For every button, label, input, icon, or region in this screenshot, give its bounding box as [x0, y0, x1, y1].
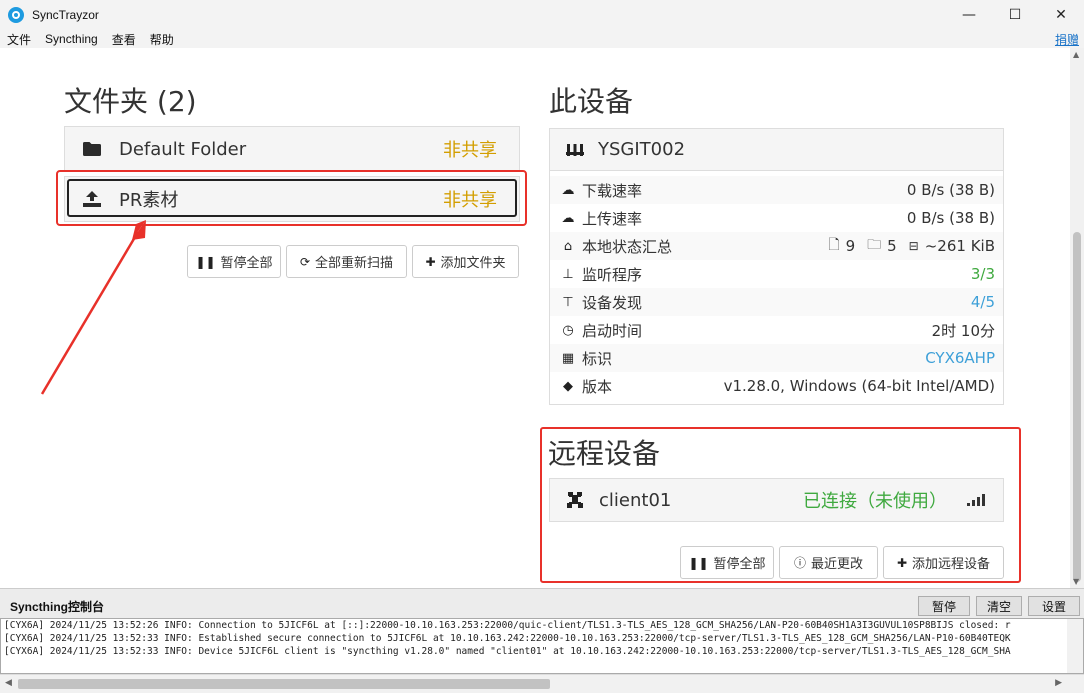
console-settings-button[interactable]: 设置 [1028, 596, 1080, 616]
server-icon [566, 143, 584, 156]
clock-icon: ◷ [562, 322, 574, 338]
pause-all-folders-button[interactable]: ❚❚ 暂停全部 [187, 245, 281, 278]
this-device-title: 此设备 [549, 85, 634, 118]
data-size: ~261 KiB [924, 237, 995, 255]
donate-link[interactable]: 捐赠 [1055, 31, 1079, 48]
scroll-down-icon[interactable]: ▼ [1073, 577, 1079, 586]
plus-icon: ✚ [425, 254, 436, 269]
cloud-upload-icon: ☁ [561, 210, 575, 226]
file-count: 9 [845, 237, 856, 255]
folder-name: Default Folder [119, 138, 247, 160]
focus-outline [67, 179, 517, 217]
log-line: [CYX6A] 2024/11/25 13:52:33 INFO: Device… [4, 646, 1011, 657]
window-title: SyncTrayzor [32, 8, 99, 22]
minimize-button[interactable]: — [946, 0, 992, 30]
log-line: [CYX6A] 2024/11/25 13:52:33 INFO: Establ… [4, 633, 1011, 644]
row-discovery: ⊤ 设备发现 4/5 [550, 288, 1003, 316]
row-version: ◆ 版本 v1.28.0, Windows (64-bit Intel/AMD) [550, 372, 1003, 400]
maximize-button[interactable]: ☐ [992, 0, 1038, 30]
row-listeners: ⊥ 监听程序 3/3 [550, 260, 1003, 288]
syncthing-web-ui: 文件夹 (2) Default Folder 非共享 PR素材 非共享 ❚❚ 暂… [0, 48, 1070, 588]
scroll-thumb[interactable] [1073, 232, 1081, 582]
console-clear-button[interactable]: 清空 [976, 596, 1022, 616]
hscroll-thumb[interactable] [18, 679, 550, 689]
console-log[interactable]: [CYX6A] 2024/11/25 13:52:26 INFO: Connec… [0, 618, 1084, 674]
row-uptime: ◷ 启动时间 2时 10分 [550, 316, 1003, 344]
log-vertical-scrollbar[interactable] [1067, 619, 1083, 673]
folders-title: 文件夹 (2) [64, 85, 197, 118]
row-upload-rate: ☁ 上传速率 0 B/s (38 B) [561, 209, 996, 228]
vertical-scrollbar[interactable]: ▲ ▼ [1070, 48, 1084, 588]
this-device-details: ☁ 下载速率 0 B/s (38 B) ☁ 上传速率 0 B/s (38 B) … [549, 171, 1004, 405]
qrcode-icon: ▦ [561, 350, 575, 366]
folder-outline-icon: 🗀 [867, 237, 882, 253]
horizontal-scrollbar[interactable]: ◀ ▶ [0, 674, 1084, 693]
highlight-box-remote [540, 427, 1021, 583]
hdd-icon: ⊟ [908, 239, 919, 253]
menu-help[interactable]: 帮助 [143, 31, 181, 48]
sitemap-icon: ⊥ [562, 266, 574, 282]
add-folder-button[interactable]: ✚ 添加文件夹 [412, 245, 519, 278]
synctrayzor-logo-icon [8, 7, 24, 23]
menu-file[interactable]: 文件 [0, 31, 38, 48]
scroll-left-icon[interactable]: ◀ [5, 678, 12, 688]
menu-syncthing[interactable]: Syncthing [38, 32, 105, 46]
menu-view[interactable]: 查看 [105, 31, 143, 48]
row-download-rate: ☁ 下载速率 0 B/s (38 B) [550, 176, 1003, 204]
title-bar: SyncTrayzor — ☐ ✕ [0, 0, 1084, 30]
row-local-state: ⌂ 本地状态汇总 🗋 9 🗀 5 ⊟ ~261 KiB [550, 232, 1003, 260]
console-toolbar: Syncthing控制台 暂停 清空 设置 [0, 588, 1084, 618]
folder-state: 非共享 [443, 140, 497, 161]
console-pause-button[interactable]: 暂停 [918, 596, 970, 616]
file-icon: 🗋 [828, 237, 840, 253]
scroll-up-icon[interactable]: ▲ [1073, 50, 1079, 59]
tag-icon: ◆ [563, 378, 573, 394]
signpost-icon: ⊤ [562, 294, 574, 310]
folder-icon [83, 142, 101, 156]
pause-icon: ❚❚ [195, 254, 216, 269]
dir-count: 5 [887, 237, 897, 255]
folder-row-default[interactable]: Default Folder 非共享 [64, 126, 520, 172]
rescan-all-button[interactable]: ⟳ 全部重新扫描 [286, 245, 407, 278]
log-line: [CYX6A] 2024/11/25 13:52:26 INFO: Connec… [4, 620, 1011, 631]
device-name: YSGIT002 [598, 139, 686, 160]
menu-bar: 文件 Syncthing 查看 帮助 捐赠 [0, 30, 1084, 48]
refresh-icon: ⟳ [299, 254, 311, 269]
this-device-header[interactable]: YSGIT002 [549, 128, 1004, 171]
row-identification: ▦ 标识 CYX6AHP [550, 344, 1003, 372]
home-icon: ⌂ [563, 238, 573, 254]
cloud-download-icon: ☁ [561, 182, 575, 198]
close-button[interactable]: ✕ [1038, 0, 1084, 30]
annotation-arrow [40, 220, 146, 395]
scroll-right-icon[interactable]: ▶ [1055, 678, 1062, 688]
console-title: Syncthing控制台 [10, 600, 105, 614]
